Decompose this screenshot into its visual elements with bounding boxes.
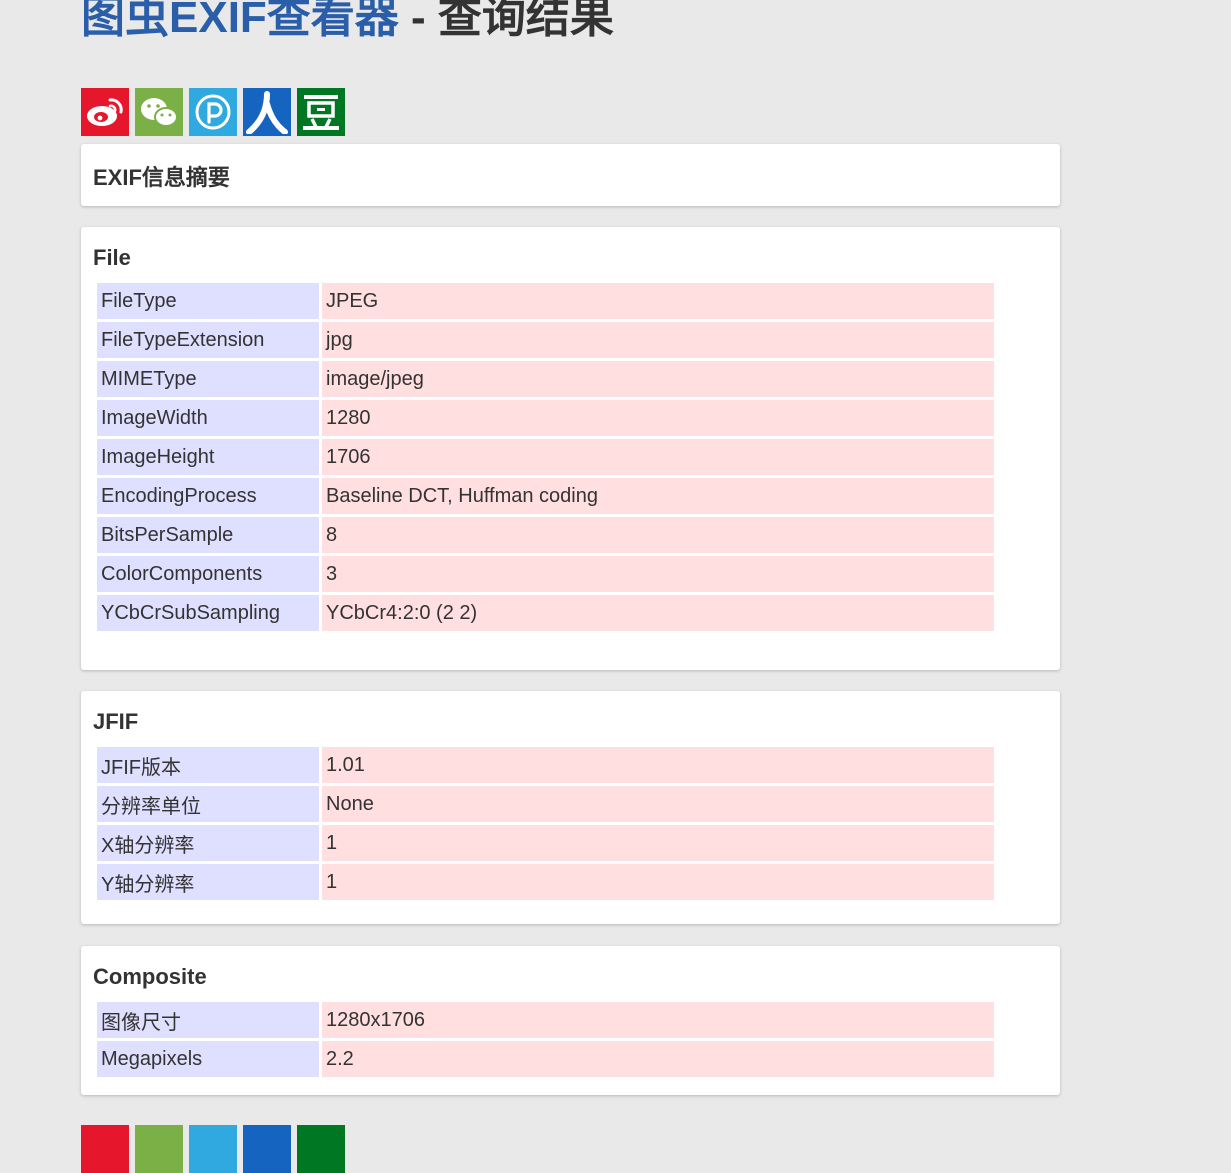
field-value: YCbCr4:2:0 (2 2) — [322, 595, 994, 631]
field-value: 1280 — [322, 400, 994, 436]
table-row: ImageWidth 1280 — [97, 400, 994, 436]
douban-share-icon[interactable] — [297, 88, 345, 136]
app-title-link[interactable]: 图虫EXIF查看器 — [81, 0, 399, 42]
field-value: Baseline DCT, Huffman coding — [322, 478, 994, 514]
table-row: Y轴分辨率 1 — [97, 864, 994, 900]
jfif-table: JFIF版本 1.01 分辨率单位 None X轴分辨率 1 Y轴分辨率 1 — [94, 744, 997, 903]
share-bar-bottom — [81, 1125, 345, 1173]
table-row: YCbCrSubSampling YCbCr4:2:0 (2 2) — [97, 595, 994, 631]
field-name: 分辨率单位 — [97, 786, 319, 822]
composite-table: 图像尺寸 1280x1706 Megapixels 2.2 — [94, 999, 997, 1080]
summary-heading: EXIF信息摘要 — [93, 165, 230, 190]
table-row: BitsPerSample 8 — [97, 517, 994, 553]
file-table: FileType JPEG FileTypeExtension jpg MIMETy… — [94, 280, 997, 634]
table-row: 图像尺寸 1280x1706 — [97, 1002, 994, 1038]
pengyou-share-icon[interactable] — [189, 88, 237, 136]
table-row: X轴分辨率 1 — [97, 825, 994, 861]
table-row: JFIF版本 1.01 — [97, 747, 994, 783]
field-name: EncodingProcess — [97, 478, 319, 514]
table-row: 分辨率单位 None — [97, 786, 994, 822]
field-value: 1 — [322, 864, 994, 900]
file-panel: File FileType JPEG FileTypeExtension jpg M… — [81, 227, 1060, 670]
table-row: FileType JPEG — [97, 283, 994, 319]
table-row: Megapixels 2.2 — [97, 1041, 994, 1077]
field-name: ColorComponents — [97, 556, 319, 592]
field-name: 图像尺寸 — [97, 1002, 319, 1038]
field-name: JFIF版本 — [97, 747, 319, 783]
pengyou-share-icon[interactable] — [189, 1125, 237, 1173]
table-row: FileTypeExtension jpg — [97, 322, 994, 358]
field-value: 1 — [322, 825, 994, 861]
table-row: ImageHeight 1706 — [97, 439, 994, 475]
field-value: 8 — [322, 517, 994, 553]
field-name: MIMEType — [97, 361, 319, 397]
composite-section-heading: Composite — [93, 964, 207, 989]
page-title: 图虫EXIF查看器 - 查询结果 — [81, 0, 614, 50]
file-section-heading: File — [93, 245, 131, 270]
field-name: Y轴分辨率 — [97, 864, 319, 900]
field-name: X轴分辨率 — [97, 825, 319, 861]
field-name: FileTypeExtension — [97, 322, 319, 358]
title-suffix: - 查询结果 — [398, 0, 614, 42]
douban-share-icon[interactable] — [297, 1125, 345, 1173]
field-name: ImageWidth — [97, 400, 319, 436]
composite-panel: Composite 图像尺寸 1280x1706 Megapixels 2.2 — [81, 946, 1060, 1095]
field-value: jpg — [322, 322, 994, 358]
jfif-panel: JFIF JFIF版本 1.01 分辨率单位 None X轴分辨率 1 Y轴分辨率 1 — [81, 691, 1060, 924]
table-row: ColorComponents 3 — [97, 556, 994, 592]
field-value: 3 — [322, 556, 994, 592]
share-bar-top — [81, 88, 345, 136]
field-value: JPEG — [322, 283, 994, 319]
field-name: Megapixels — [97, 1041, 319, 1077]
field-name: YCbCrSubSampling — [97, 595, 319, 631]
table-row: EncodingProcess Baseline DCT, Huffman cod… — [97, 478, 994, 514]
weibo-share-icon[interactable] — [81, 1125, 129, 1173]
weibo-share-icon[interactable] — [81, 88, 129, 136]
renren-share-icon[interactable] — [243, 1125, 291, 1173]
renren-share-icon[interactable] — [243, 88, 291, 136]
field-name: FileType — [97, 283, 319, 319]
field-value: 1.01 — [322, 747, 994, 783]
table-row: MIMEType image/jpeg — [97, 361, 994, 397]
field-value: 2.2 — [322, 1041, 994, 1077]
field-value: None — [322, 786, 994, 822]
field-name: BitsPerSample — [97, 517, 319, 553]
field-value: 1706 — [322, 439, 994, 475]
field-value: 1280x1706 — [322, 1002, 994, 1038]
wechat-share-icon[interactable] — [135, 1125, 183, 1173]
summary-panel: EXIF信息摘要 — [81, 144, 1060, 206]
field-name: ImageHeight — [97, 439, 319, 475]
jfif-section-heading: JFIF — [93, 709, 139, 734]
field-value: image/jpeg — [322, 361, 994, 397]
wechat-share-icon[interactable] — [135, 88, 183, 136]
